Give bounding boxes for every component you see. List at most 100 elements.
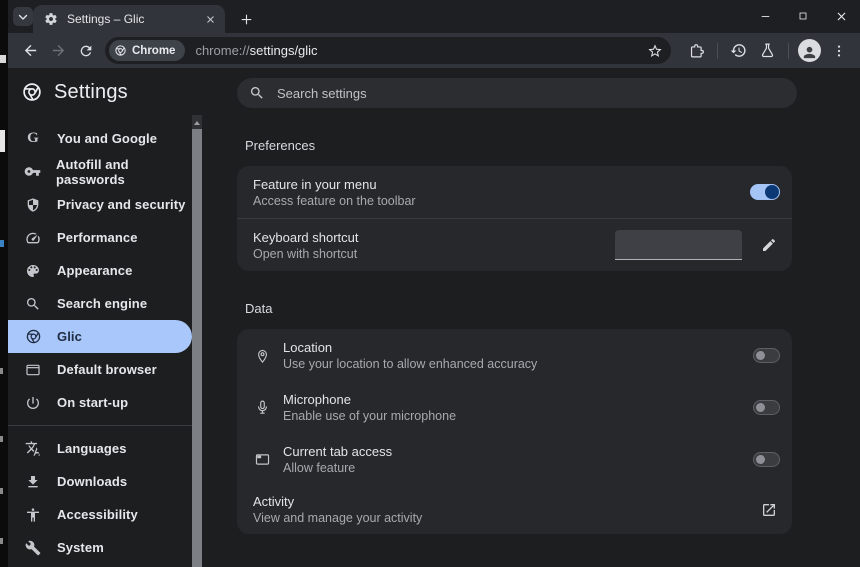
row-subtitle: Open with shortcut	[253, 246, 615, 262]
sidebar-scrollbar[interactable]	[192, 115, 202, 567]
tab-close-button[interactable]	[202, 11, 219, 28]
sidebar-item-search-engine[interactable]: Search engine	[8, 287, 192, 320]
location-pin-icon	[253, 347, 271, 364]
sidebar-item-on-startup[interactable]: On start-up	[8, 386, 192, 419]
triangle-up-icon	[194, 121, 200, 125]
row-subtitle: View and manage your activity	[253, 510, 761, 526]
sidebar-nav: G You and Google Autofill and passwords …	[8, 116, 203, 564]
current-tab-toggle[interactable]	[753, 452, 780, 467]
download-icon	[24, 474, 42, 490]
url-scheme: chrome://	[195, 43, 249, 58]
browser-toolbar: Chrome chrome://settings/glic	[8, 33, 860, 68]
row-text: Keyboard shortcut Open with shortcut	[253, 229, 615, 262]
flask-icon	[759, 42, 776, 59]
plus-icon	[239, 12, 254, 27]
sidebar-item-label: Privacy and security	[57, 197, 185, 212]
tab-title: Settings – Glic	[67, 12, 202, 26]
window-controls	[746, 0, 860, 32]
sidebar-item-default-browser[interactable]: Default browser	[8, 353, 192, 386]
sidebar-item-accessibility[interactable]: Accessibility	[8, 498, 192, 531]
close-icon	[205, 14, 216, 25]
settings-search[interactable]	[237, 78, 797, 108]
sidebar-item-languages[interactable]: Languages	[8, 432, 192, 465]
sidebar-item-glic[interactable]: Glic	[8, 320, 192, 353]
open-in-new-icon[interactable]	[761, 502, 777, 518]
sidebar-item-label: Accessibility	[57, 507, 138, 522]
settings-tab[interactable]: Settings – Glic	[33, 5, 225, 33]
toolbar-actions	[683, 37, 852, 64]
sidebar-item-privacy[interactable]: Privacy and security	[8, 188, 192, 221]
data-card: Location Use your location to allow enha…	[237, 329, 792, 534]
row-title: Feature in your menu	[253, 176, 750, 193]
sidebar-item-downloads[interactable]: Downloads	[8, 465, 192, 498]
reload-button[interactable]	[72, 37, 100, 65]
sidebar-item-label: Autofill and passwords	[56, 157, 192, 187]
labs-button[interactable]	[754, 37, 781, 64]
sidebar-item-performance[interactable]: Performance	[8, 221, 192, 254]
palette-icon	[24, 263, 42, 279]
location-toggle[interactable]	[753, 348, 780, 363]
row-subtitle: Enable use of your microphone	[283, 408, 753, 424]
row-text: Microphone Enable use of your microphone	[283, 391, 753, 424]
row-text: Activity View and manage your activity	[253, 493, 761, 526]
history-button[interactable]	[725, 37, 752, 64]
extensions-button[interactable]	[683, 37, 710, 64]
chrome-badge-label: Chrome	[132, 45, 175, 57]
close-window-button[interactable]	[822, 0, 860, 32]
background-artifact	[0, 130, 5, 152]
microphone-icon	[253, 399, 271, 416]
activity-row[interactable]: Activity View and manage your activity	[237, 485, 792, 534]
toolbar-separator	[788, 43, 789, 59]
omnibox[interactable]: Chrome chrome://settings/glic	[105, 37, 671, 64]
sidebar-header: Settings	[8, 68, 203, 116]
chrome-logo-icon	[21, 81, 43, 103]
back-button[interactable]	[16, 37, 44, 65]
scroll-up-button[interactable]	[192, 115, 202, 129]
scrollbar-thumb[interactable]	[192, 129, 202, 567]
maximize-button[interactable]	[784, 0, 822, 32]
shield-icon	[24, 197, 42, 213]
microphone-toggle[interactable]	[753, 400, 780, 415]
settings-search-input[interactable]	[275, 85, 797, 102]
chrome-badge[interactable]: Chrome	[109, 40, 185, 61]
browser-window: Settings – Glic Chrome chrome://settings…	[0, 0, 860, 567]
settings-page: Settings G You and Google Autofill and p…	[8, 68, 860, 567]
sidebar-item-appearance[interactable]: Appearance	[8, 254, 192, 287]
minimize-button[interactable]	[746, 0, 784, 32]
gear-icon	[44, 12, 58, 26]
menu-button[interactable]	[825, 37, 852, 64]
search-icon	[249, 85, 265, 101]
chevron-down-icon	[16, 10, 30, 24]
settings-content: Preferences Feature in your menu Access …	[203, 68, 860, 567]
profile-avatar-button[interactable]	[796, 37, 823, 64]
url-path: settings/glic	[250, 43, 318, 58]
sidebar-item-label: You and Google	[57, 131, 157, 146]
sidebar-divider	[8, 425, 192, 426]
wrench-icon	[24, 540, 42, 556]
edit-shortcut-button[interactable]	[761, 237, 777, 253]
sidebar-item-autofill[interactable]: Autofill and passwords	[8, 155, 192, 188]
reload-icon	[78, 43, 94, 59]
row-title: Location	[283, 339, 753, 356]
location-row: Location Use your location to allow enha…	[237, 329, 792, 381]
feature-menu-toggle[interactable]	[750, 184, 780, 200]
toggle-knob	[756, 351, 765, 360]
sidebar-item-you-and-google[interactable]: G You and Google	[8, 122, 192, 155]
sidebar-item-label: System	[57, 540, 104, 555]
browser-window-icon	[24, 362, 42, 378]
section-heading-preferences: Preferences	[245, 138, 860, 154]
background-artifact	[0, 538, 3, 544]
sidebar-item-system[interactable]: System	[8, 531, 192, 564]
row-title: Keyboard shortcut	[253, 229, 615, 246]
power-icon	[24, 395, 42, 411]
maximize-icon	[797, 10, 809, 22]
chrome-logo-icon	[114, 44, 127, 57]
new-tab-button[interactable]	[235, 8, 257, 30]
preferences-card: Feature in your menu Access feature on t…	[237, 166, 792, 271]
bookmark-star-button[interactable]	[647, 43, 663, 59]
forward-button[interactable]	[44, 37, 72, 65]
tab-search-button[interactable]	[13, 7, 33, 26]
titlebar: Settings – Glic	[0, 0, 860, 33]
shortcut-input[interactable]	[615, 230, 742, 260]
row-text: Feature in your menu Access feature on t…	[253, 176, 750, 209]
